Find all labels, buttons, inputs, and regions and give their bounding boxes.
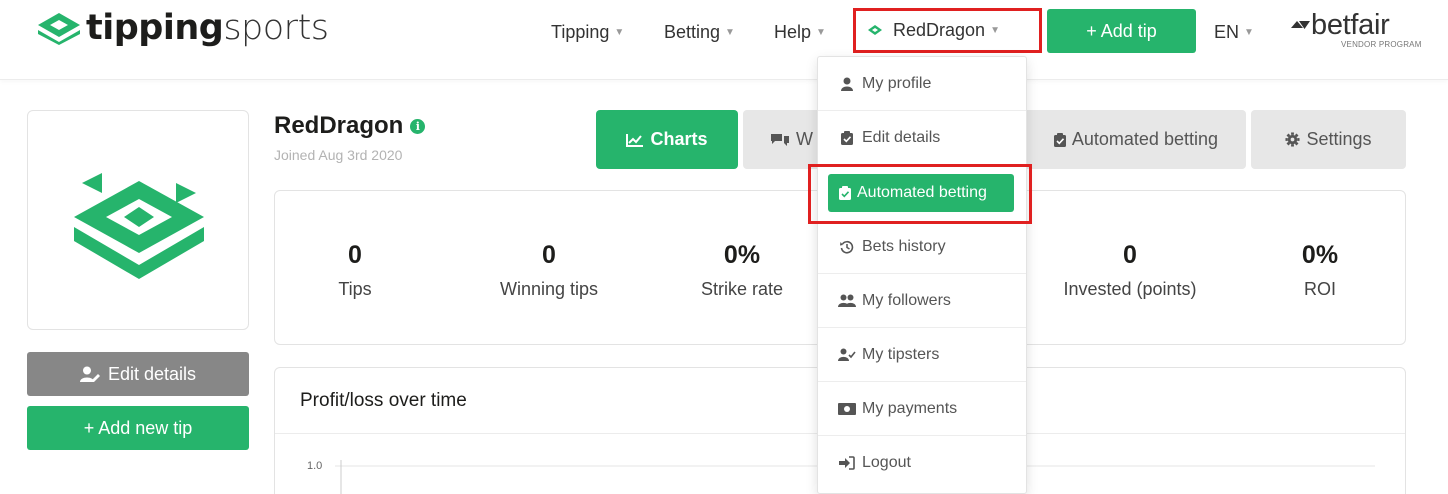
menu-item-label: Bets history [862,237,946,255]
menu-item-edit-details[interactable]: Edit details [818,111,1026,165]
sign-out-icon [838,456,856,470]
user-gem-icon [868,24,882,35]
add-tip-button[interactable]: + Add tip [1047,9,1196,53]
tab-automated-betting-label: Automated betting [1071,129,1218,149]
tab-settings[interactable]: Settings [1251,110,1406,169]
menu-item-label: My followers [862,291,951,309]
user-check-icon [838,348,856,361]
betfair-subtitle: VENDOR PROGRAM [1341,40,1422,49]
language-selector[interactable]: EN ▼ [1214,20,1254,44]
betfair-logo[interactable]: betfair VENDOR PROGRAM [1289,9,1421,52]
menu-item-my-followers[interactable]: My followers [818,274,1026,328]
stat-label: Tips [338,279,372,299]
site-logo[interactable]: tippingsports [36,8,329,48]
user-dropdown-menu: My profile Edit details Bets history My … [817,56,1027,494]
betfair-wordmark: betfair [1311,9,1390,41]
menu-item-label: Edit details [862,128,941,146]
nav-help[interactable]: Help ▼ [774,20,826,44]
edit-details-label: Edit details [107,363,197,384]
tab-w-label: W [796,129,813,149]
history-icon [838,240,856,254]
menu-item-my-profile[interactable]: My profile [818,57,1026,111]
tab-settings-label: Settings [1306,129,1372,149]
menu-item-bets-history[interactable]: Bets history [818,220,1026,274]
chart-title: Profit/loss over time [300,390,467,411]
menu-item-logout[interactable]: Logout [818,436,1026,490]
menu-item-label: My profile [862,74,932,92]
user-icon [838,77,856,91]
nav-user-label: RedDragon [893,20,986,40]
clipboard-check-icon [1053,132,1066,147]
menu-item-label: Automated betting [857,184,987,201]
info-icon[interactable]: i [410,118,426,134]
language-label: EN [1214,21,1240,42]
chevron-down-icon: ▼ [990,25,1000,36]
stat-value: 0 [348,241,362,269]
stat-value: 0% [1301,241,1339,269]
stat-value: 0 [542,241,556,269]
stat-value: 0 [1123,241,1137,269]
joined-date: Joined Aug 3rd 2020 [274,147,403,163]
clipboard-check-icon [839,186,851,200]
tab-charts[interactable]: Charts [596,110,738,169]
menu-item-label: My tipsters [862,345,940,363]
add-new-tip-button[interactable]: + Add new tip [27,406,249,450]
stat-winning-tips: 0 Winning tips [500,241,598,300]
stat-label: ROI [1303,279,1337,299]
chevron-down-icon: ▼ [816,26,826,38]
betfair-arrows-icon [1291,21,1310,29]
stat-label: Strike rate [700,279,784,299]
chevron-down-icon: ▼ [614,26,625,38]
logo-wordmark: tippingsports [86,8,329,48]
stat-strike-rate: 0% Strike rate [701,241,783,300]
stat-label: Invested (points) [1063,279,1197,299]
tab-charts-label: Charts [650,129,708,149]
chart-line-icon [626,133,644,147]
nav-betting[interactable]: Betting ▼ [664,20,735,44]
stat-invested: 0 Invested (points) [1063,241,1196,300]
top-navbar: tippingsports Tipping ▼ Betting ▼ Help ▼ Re… [0,0,1448,80]
nav-betting-label: Betting [664,21,721,42]
menu-item-my-tipsters[interactable]: My tipsters [818,328,1026,382]
y-tick-label: 1.0 [307,460,322,472]
edit-details-button[interactable]: Edit details [27,352,249,396]
nav-help-label: Help [774,21,812,42]
chevron-down-icon: ▼ [725,26,735,38]
chevron-down-icon: ▼ [1244,26,1254,38]
menu-item-automated-betting[interactable]: Automated betting [828,174,1014,212]
menu-item-label: My payments [862,399,958,417]
menu-item-label: Logout [862,454,911,471]
stat-roi: 0% ROI [1302,241,1338,300]
avatar-stadium-icon [74,173,204,279]
logo-stadium-icon [38,13,80,45]
clipboard-icon [838,130,856,145]
profile-name: RedDragon i [274,112,426,140]
nav-tipping-label: Tipping [551,21,610,42]
gear-icon [1285,132,1300,147]
users-icon [838,294,856,307]
comments-icon [770,132,790,148]
stat-value: 0% [723,241,761,269]
avatar-card [27,110,249,330]
user-edit-icon [79,366,100,382]
stat-label: Winning tips [499,279,599,299]
nav-tipping[interactable]: Tipping ▼ [551,20,624,44]
stat-tips: 0 Tips [338,241,371,300]
tab-automated-betting[interactable]: Automated betting [1000,110,1246,169]
menu-item-my-payments[interactable]: My payments [818,382,1026,436]
money-icon [838,402,856,415]
profile-name-text: RedDragon [274,112,404,139]
nav-user-menu[interactable]: RedDragon ▼ [853,8,1042,53]
